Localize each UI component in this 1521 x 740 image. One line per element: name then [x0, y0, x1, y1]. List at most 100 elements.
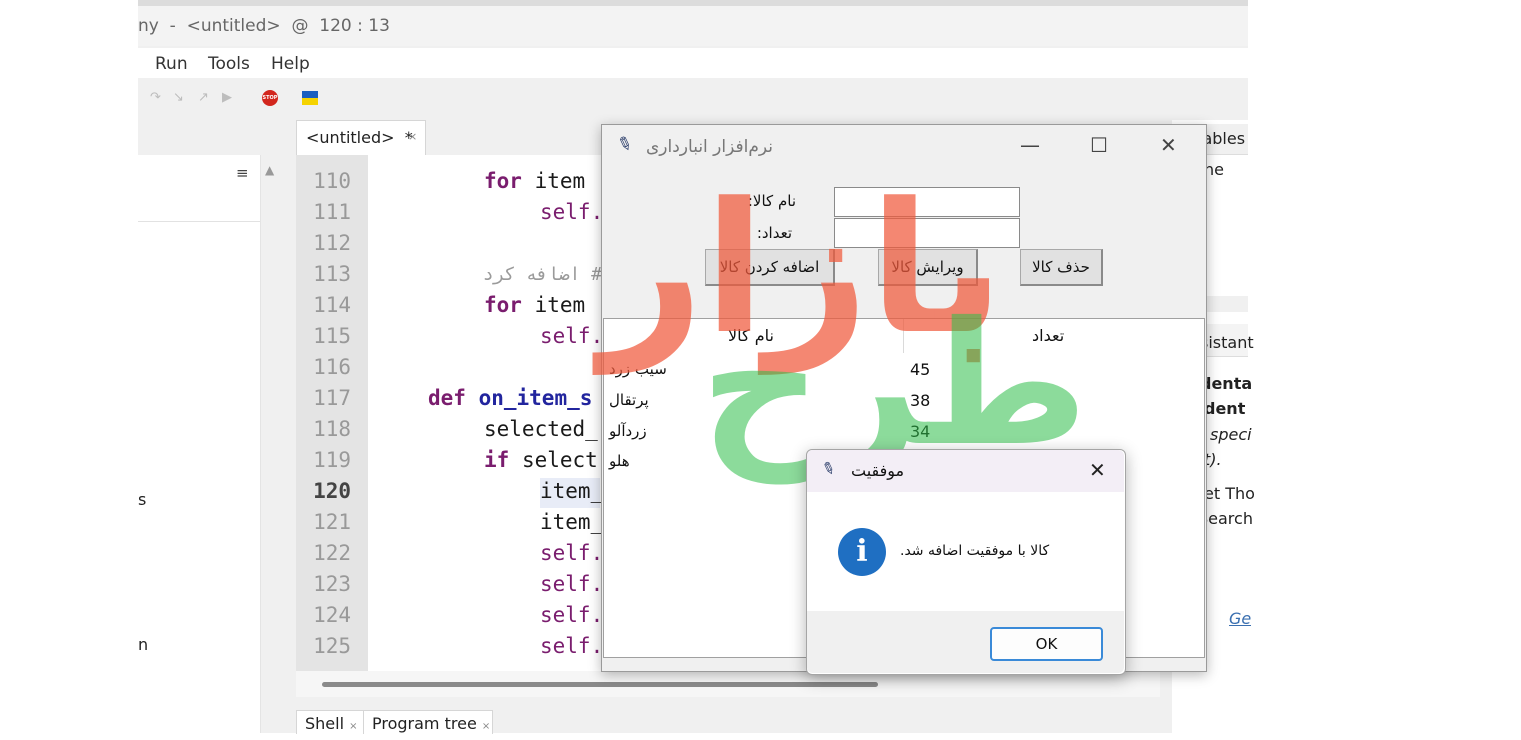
code-line: self. [540, 603, 604, 627]
panel-divider [138, 221, 260, 222]
tab-program-tree-label: Program tree [372, 714, 477, 733]
horizontal-scrollbar-thumb[interactable] [322, 682, 878, 687]
table-row[interactable]: پرتقال 38 [603, 387, 1203, 416]
resume-icon[interactable]: ▶ [222, 90, 232, 105]
code-line: for item [484, 290, 585, 321]
files-panel [138, 155, 261, 733]
left-panel-tabbar [138, 120, 260, 155]
code-keyword: def [428, 386, 466, 410]
code-line: selected_ [484, 417, 598, 441]
code-keyword: if [484, 448, 510, 472]
info-icon: i [838, 528, 886, 576]
code-line: self. [540, 541, 604, 565]
line-number: 112 [313, 231, 351, 255]
app-title: نرم‌افزار انبارداری [646, 137, 773, 157]
maximize-icon[interactable]: ☐ [1090, 133, 1108, 157]
line-number-current: 120 [313, 479, 351, 503]
step-into-icon[interactable]: ↘ [173, 90, 184, 105]
code-line: self. [540, 634, 604, 658]
assistant-text: dent [1204, 399, 1246, 418]
dialog-title: موفقیت [851, 461, 905, 480]
code-line: def on_item_s [428, 383, 592, 414]
dialog-message: کالا با موفقیت اضافه شد. [900, 543, 1050, 559]
panel-menu-icon[interactable]: ≡ [236, 164, 249, 182]
close-icon[interactable]: ✕ [1160, 133, 1177, 157]
delete-item-button[interactable]: حذف کالا [1020, 249, 1103, 286]
close-icon[interactable]: × [482, 721, 490, 732]
assistant-text: denta [1200, 374, 1253, 393]
edit-item-button[interactable]: ویرایش کالا [878, 249, 978, 286]
menu-run[interactable]: Run [155, 54, 188, 74]
step-out-icon[interactable]: ↗ [198, 90, 209, 105]
label-quantity: تعداد: [756, 224, 792, 242]
code-line: for item [484, 166, 585, 197]
line-number: 115 [313, 324, 351, 348]
ukraine-flag-icon [302, 91, 318, 105]
line-number: 123 [313, 572, 351, 596]
line-number: 110 [313, 169, 351, 193]
ide-title: ny - <untitled> @ 120 : 13 [138, 16, 390, 36]
code-keyword: for [484, 169, 522, 193]
stop-icon[interactable]: STOP [262, 90, 278, 106]
cell-quantity: 45 [910, 360, 931, 379]
line-number: 121 [313, 510, 351, 534]
cell-item-name: زردآلو [609, 422, 647, 440]
step-over-icon[interactable]: ↷ [150, 90, 161, 105]
line-number: 111 [313, 200, 351, 224]
files-item-fragment[interactable]: s [138, 490, 146, 509]
code-line: item_ [540, 510, 604, 534]
cell-item-name: پرتقال [609, 391, 649, 409]
minimize-icon[interactable]: — [1020, 133, 1040, 157]
column-header-qty[interactable]: تعداد [1032, 326, 1064, 345]
line-number: 119 [313, 448, 351, 472]
line-number: 125 [313, 634, 351, 658]
line-number: 117 [313, 386, 351, 410]
code-line: self. [540, 200, 604, 224]
tab-shell[interactable]: Shell × [296, 710, 364, 734]
code-text: item [521, 169, 586, 193]
code-text: item [521, 293, 586, 317]
tab-assistant-label: sistant [1200, 333, 1254, 352]
item-name-input[interactable] [834, 187, 1020, 217]
assistant-text: et Tho [1204, 484, 1255, 503]
code-line: self. [540, 324, 604, 348]
editor-scroll-gutter[interactable] [262, 155, 296, 733]
cell-item-name: هلو [609, 452, 630, 470]
column-header-name[interactable]: نام کالا [728, 326, 774, 345]
cell-quantity: 38 [910, 391, 931, 410]
tab-shell-label: Shell [305, 714, 345, 733]
code-keyword: for [484, 293, 522, 317]
code-comment: # اضافه کردن [484, 264, 602, 285]
ok-button[interactable]: OK [990, 627, 1103, 661]
add-item-button[interactable]: اضافه کردن کالا [705, 249, 835, 286]
line-number: 116 [313, 355, 351, 379]
code-line: if select [484, 445, 598, 476]
files-item-fragment[interactable]: n [138, 635, 148, 654]
cell-quantity: 34 [910, 422, 931, 441]
table-row[interactable]: زردآلو 34 [603, 418, 1203, 447]
close-icon[interactable]: ✕ [1089, 458, 1106, 482]
tab-program-tree[interactable]: Program tree × [363, 710, 493, 734]
line-number: 113 [313, 262, 351, 286]
column-separator [903, 319, 904, 353]
line-number: 118 [313, 417, 351, 441]
assistant-text: speci [1210, 425, 1252, 444]
editor-tab-label: <untitled> * [306, 128, 413, 147]
code-line: self. [540, 572, 604, 596]
editor-tab-untitled[interactable]: <untitled> * × [296, 120, 426, 155]
line-number: 124 [313, 603, 351, 627]
table-row[interactable]: سیب زرد 45 [603, 356, 1203, 385]
code-function-name: on_item_s [478, 386, 593, 410]
menu-help[interactable]: Help [271, 54, 310, 74]
code-line-current: item_ [540, 479, 604, 503]
menu-tools[interactable]: Tools [208, 54, 250, 74]
quantity-input[interactable] [834, 218, 1020, 248]
table-row[interactable]: هلو [603, 448, 803, 477]
code-text: select [509, 448, 598, 472]
cell-item-name: سیب زرد [609, 360, 667, 378]
label-item-name: نام کالا: [747, 192, 796, 210]
close-icon[interactable]: × [349, 721, 357, 732]
assistant-link[interactable]: Ge [1229, 609, 1251, 628]
scroll-up-icon[interactable]: ▲ [265, 163, 274, 177]
close-icon[interactable]: × [408, 130, 417, 143]
